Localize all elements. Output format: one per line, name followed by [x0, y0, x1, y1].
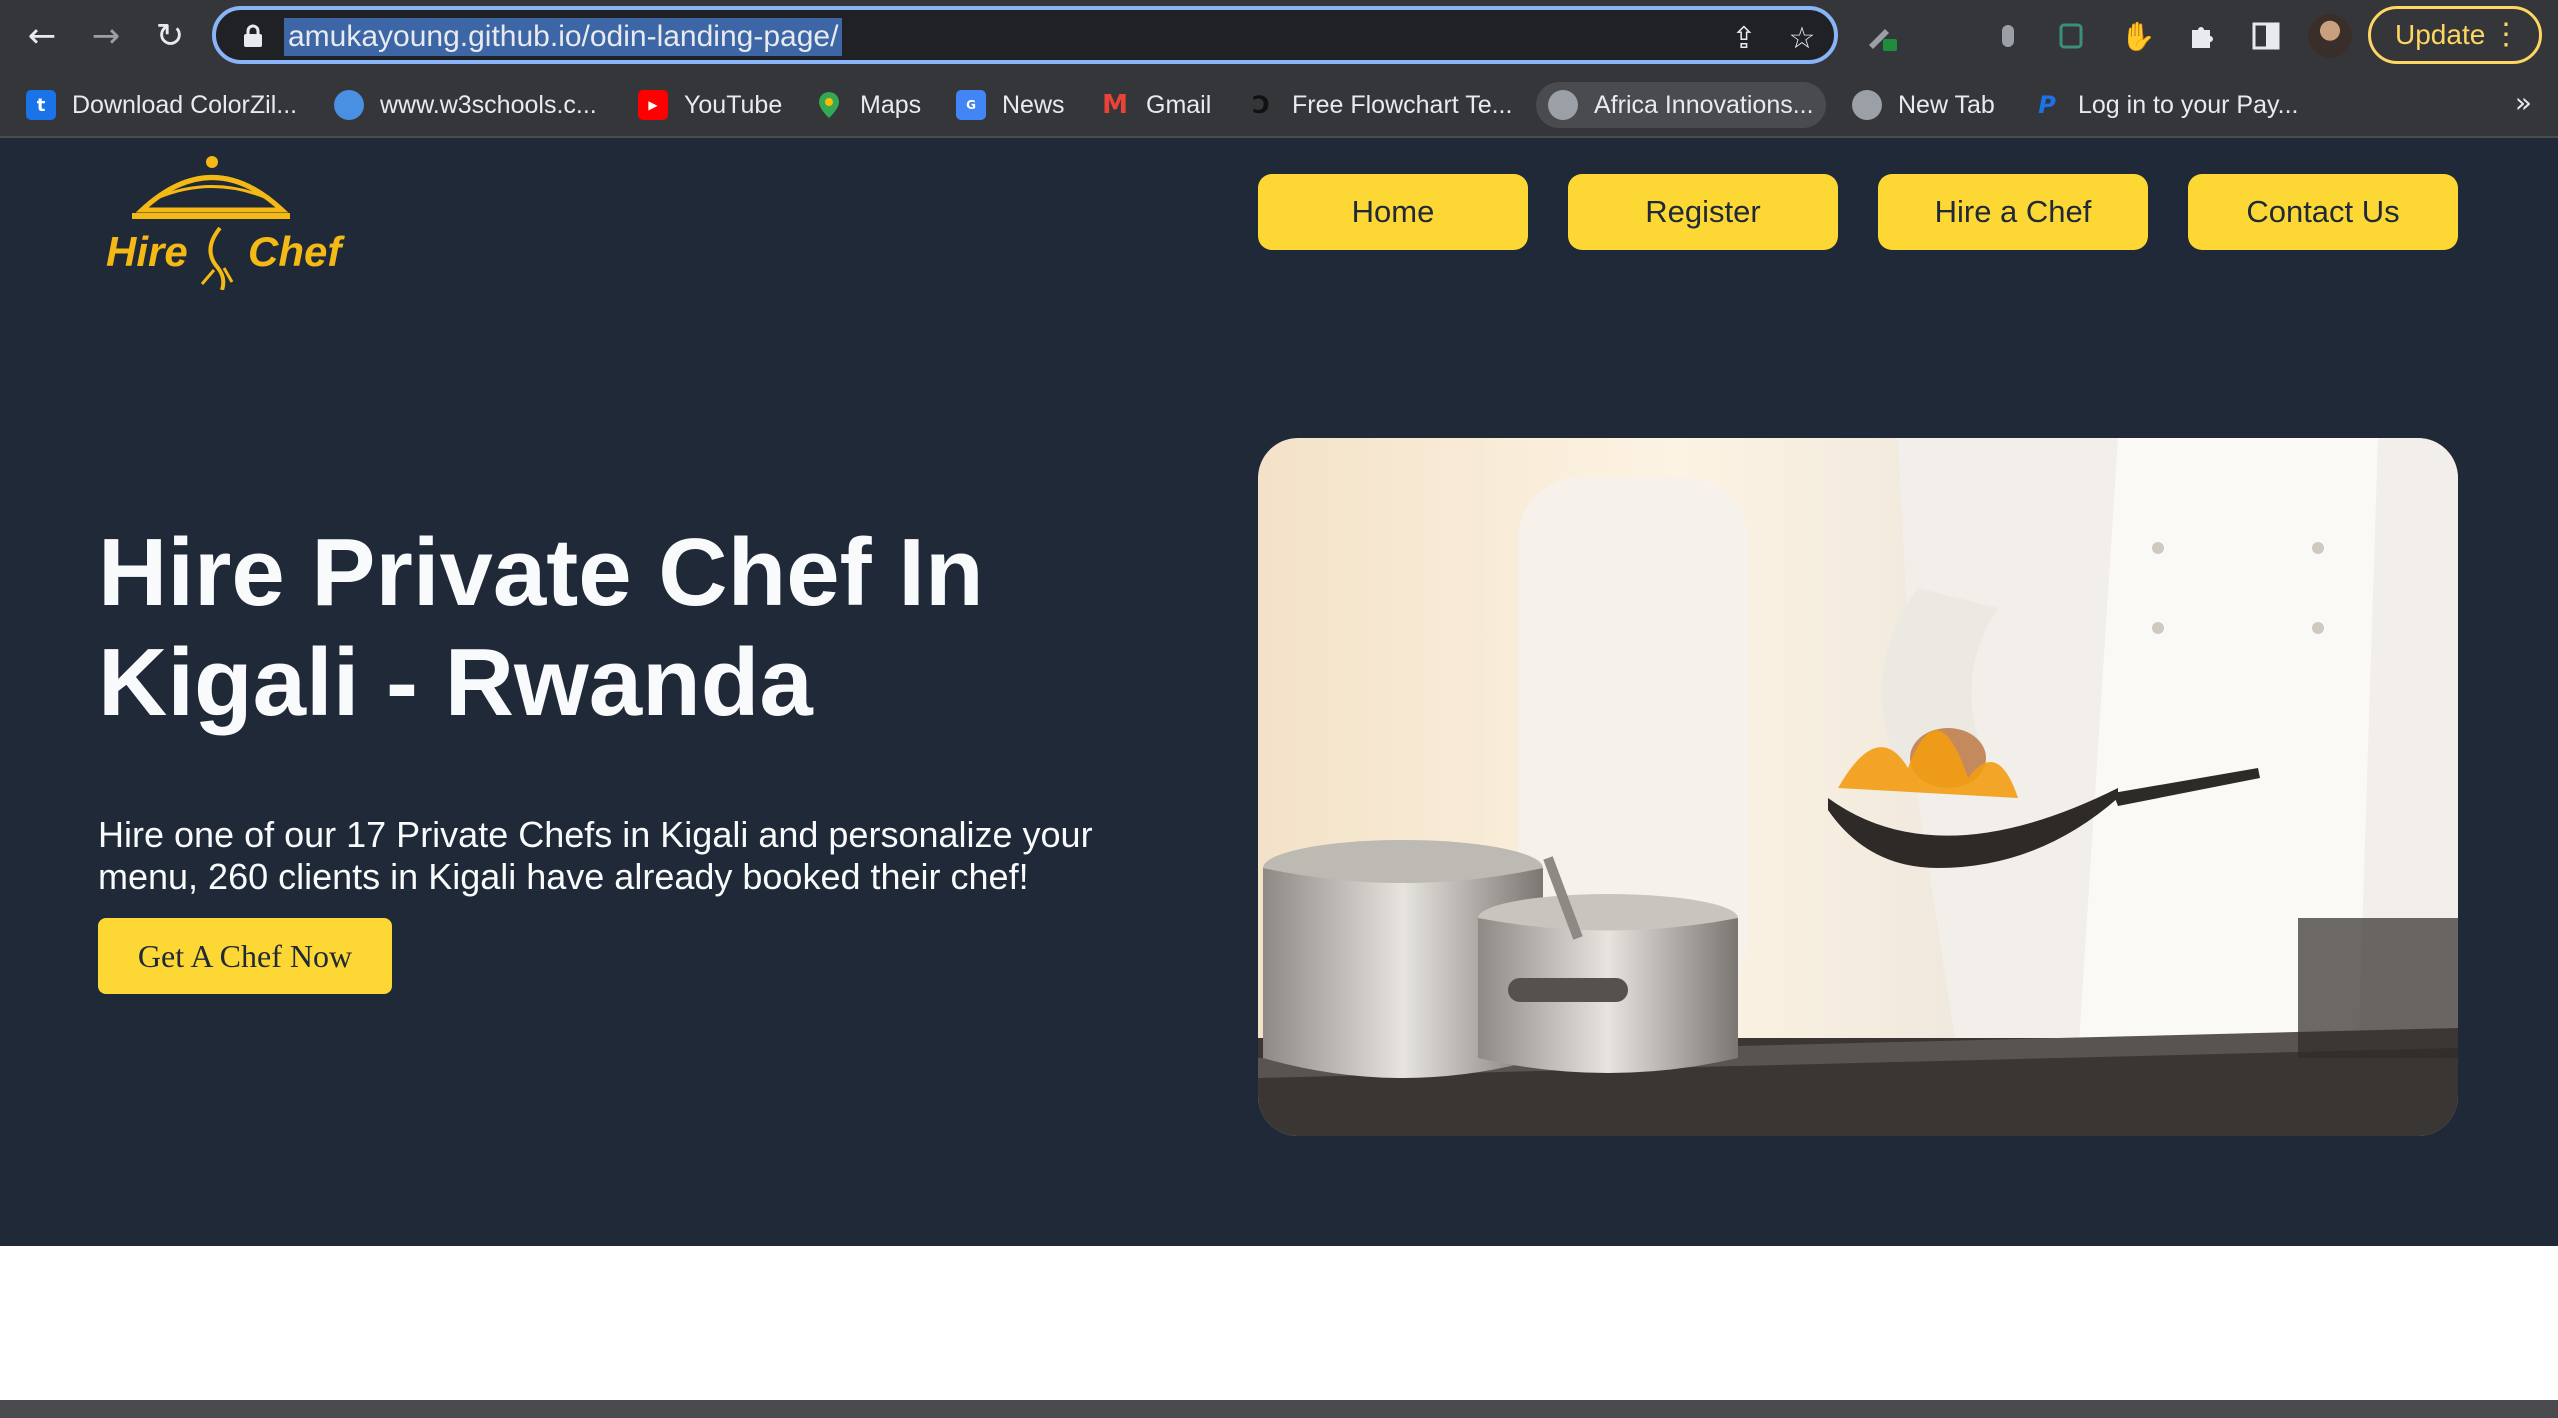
share-icon[interactable]: ⇪: [1724, 18, 1764, 58]
hand-extension-icon[interactable]: ✋: [2118, 16, 2158, 56]
profile-avatar[interactable]: [2308, 14, 2352, 58]
bookmark-label: Maps: [860, 90, 922, 119]
address-bar[interactable]: amukayoung.github.io/odin-landing-page/ …: [212, 6, 1838, 64]
bookmark-label: www.w3schools.c...: [380, 90, 597, 119]
update-label: Update: [2395, 19, 2486, 50]
extension-icon[interactable]: [2052, 16, 2092, 56]
bookmark-label: Download ColorZil...: [72, 90, 298, 119]
globe-icon: [1548, 90, 1578, 120]
pen-extension-icon[interactable]: [1862, 16, 1902, 56]
logo-text-hire: Hire: [106, 228, 188, 275]
bookmark-label: Log in to your Pay...: [2078, 90, 2299, 119]
bookmark-label: New Tab: [1898, 90, 1995, 119]
bookmark-flowchart[interactable]: Ɔ Free Flowchart Te...: [1246, 82, 1512, 128]
gmail-icon: M: [1102, 90, 1128, 120]
hire-chef-logo[interactable]: Hire Chef: [102, 150, 352, 291]
url-text[interactable]: amukayoung.github.io/odin-landing-page/: [284, 18, 843, 56]
nav-home[interactable]: Home: [1258, 174, 1528, 250]
reload-icon[interactable]: ↻: [148, 14, 192, 58]
get-a-chef-button[interactable]: Get A Chef Now: [98, 918, 392, 994]
nav-register[interactable]: Register: [1568, 174, 1838, 250]
bookmark-africa-innovations[interactable]: Africa Innovations...: [1536, 82, 1826, 128]
update-button[interactable]: Update ⋮: [2368, 6, 2542, 64]
landing-page: Hire Chef Home Register Hire a Chef Cont…: [0, 138, 2558, 1246]
bookmark-label: Gmail: [1146, 90, 1212, 119]
bookmark-youtube[interactable]: ▶ YouTube: [638, 82, 782, 128]
puzzle-icon[interactable]: [2182, 16, 2222, 56]
nav-hire-a-chef[interactable]: Hire a Chef: [1878, 174, 2148, 250]
bookmark-label: Africa Innovations...: [1594, 90, 1814, 119]
bookmark-colorzilla[interactable]: t Download ColorZil...: [26, 82, 297, 128]
more-bookmarks-icon[interactable]: »: [2515, 86, 2532, 119]
bookmark-news[interactable]: G News: [956, 82, 1065, 128]
hero-title: Hire Private Chef In Kigali - Rwanda: [98, 519, 984, 736]
bookmark-w3schools[interactable]: www.w3schools.c...: [334, 82, 597, 128]
bookmark-new-tab[interactable]: New Tab: [1852, 82, 1995, 128]
paypal-icon: P: [2038, 91, 2056, 119]
bookmarks-bar: t Download ColorZil... www.w3schools.c..…: [0, 72, 2558, 138]
back-arrow-icon[interactable]: ←: [20, 14, 64, 58]
nav-contact-us[interactable]: Contact Us: [2188, 174, 2458, 250]
logo-text-chef: Chef: [248, 228, 342, 275]
chef-cooking-image: [1258, 438, 2458, 1136]
news-icon: G: [956, 90, 986, 120]
maps-icon: [814, 90, 844, 120]
bookmark-gmail[interactable]: M Gmail: [1100, 82, 1211, 128]
bookmark-star-icon[interactable]: ☆: [1782, 18, 1822, 58]
globe-icon: [1852, 90, 1882, 120]
extension-icon[interactable]: [1988, 16, 2028, 56]
forward-arrow-icon[interactable]: →: [84, 14, 128, 58]
bookmark-label: News: [1002, 90, 1065, 119]
flowchart-icon: Ɔ: [1252, 91, 1270, 119]
side-panel-icon[interactable]: [2246, 16, 2286, 56]
bookmark-paypal[interactable]: P Log in to your Pay...: [2032, 82, 2299, 128]
hero-description: Hire one of our 17 Private Chefs in Kiga…: [98, 814, 1093, 897]
menu-dots-icon[interactable]: ⋮: [2491, 19, 2521, 51]
browser-toolbar: ← → ↻ amukayoung.github.io/odin-landing-…: [0, 0, 2558, 72]
bottom-bar: [0, 1400, 2558, 1418]
lock-icon: [244, 24, 262, 47]
bookmark-label: YouTube: [684, 90, 783, 119]
bookmark-label: Free Flowchart Te...: [1292, 90, 1513, 119]
youtube-icon: ▶: [638, 90, 668, 120]
colorzilla-icon: t: [26, 90, 56, 120]
w3schools-icon: [334, 90, 364, 120]
bookmark-maps[interactable]: Maps: [814, 82, 921, 128]
